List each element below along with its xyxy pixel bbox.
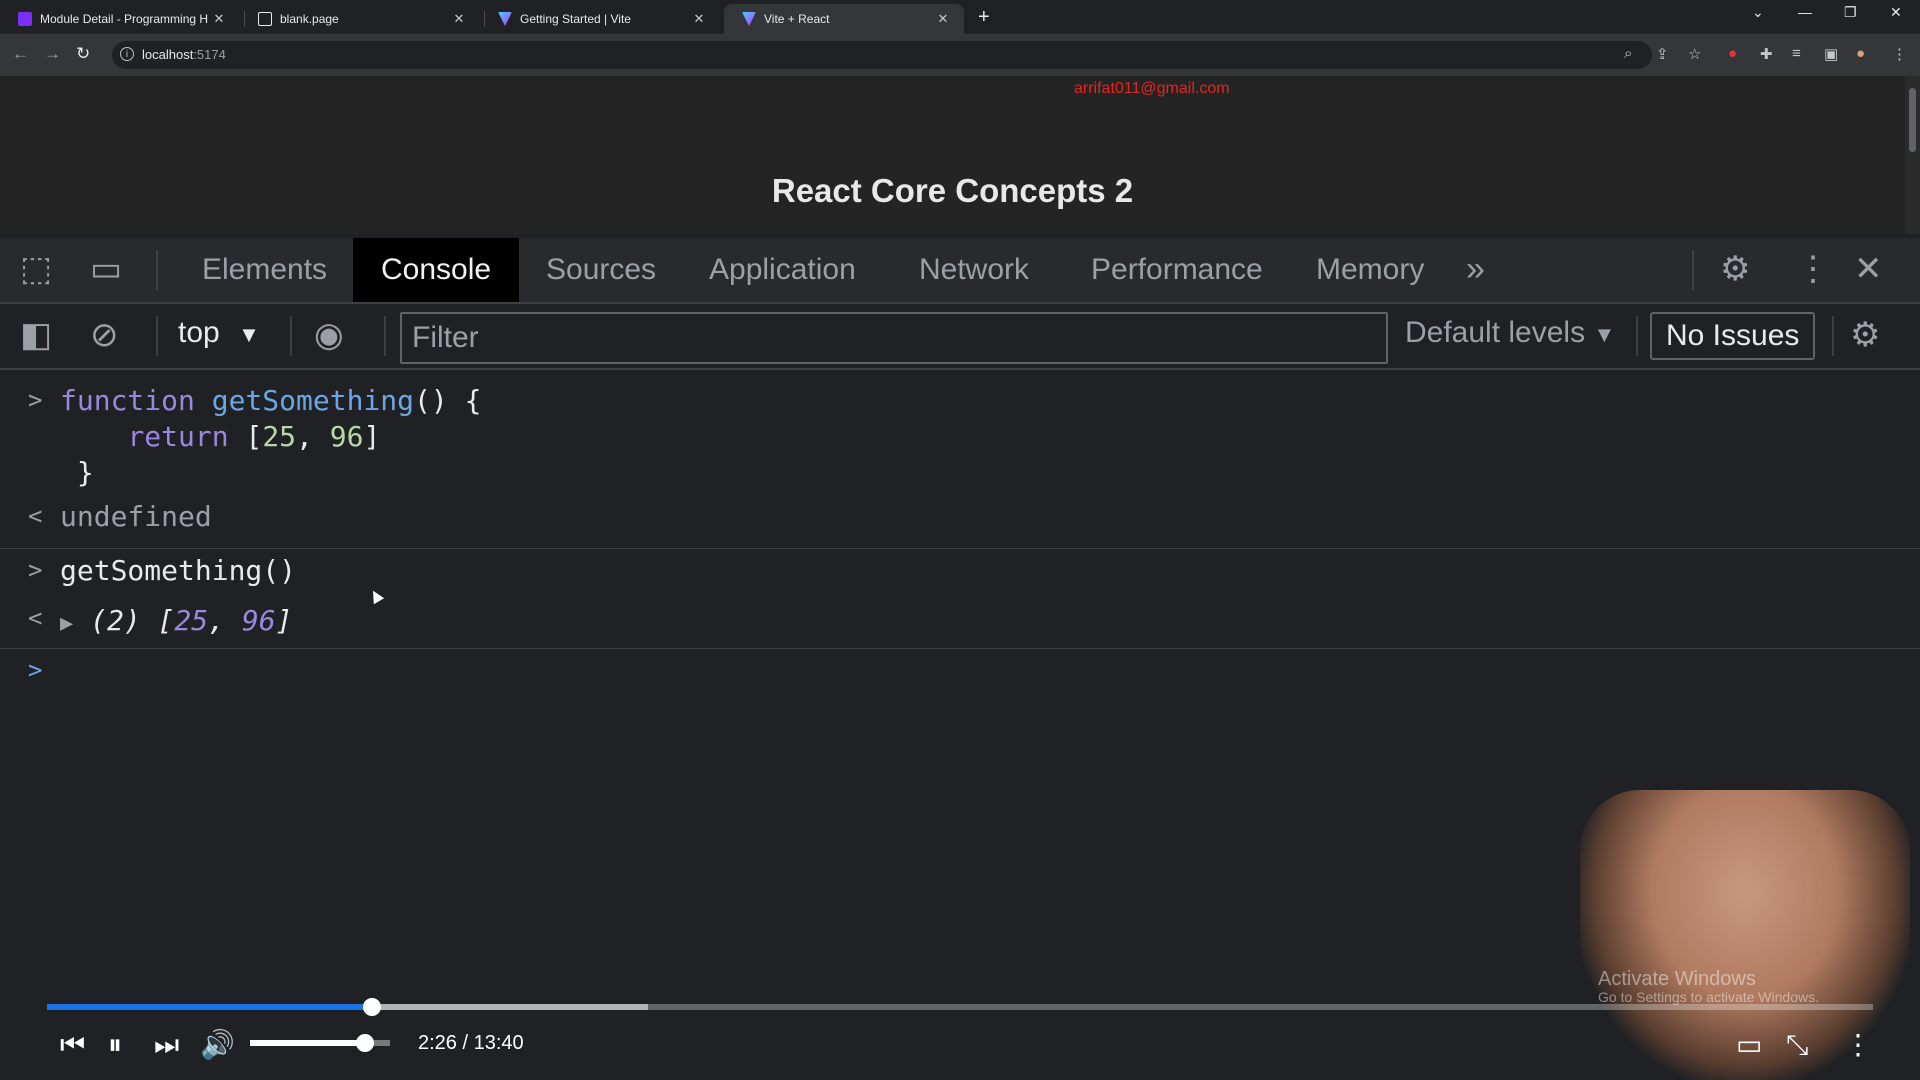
expand-triangle-icon: ▶ [60, 611, 74, 636]
volume-slider[interactable] [250, 1034, 390, 1052]
tab-sources[interactable]: Sources [518, 238, 684, 302]
tab-title: Module Detail - Programming H [40, 12, 209, 26]
devtools-settings-gear-icon[interactable]: ⚙ [1720, 252, 1750, 286]
reload-icon[interactable]: ↻ [76, 44, 90, 64]
bookmark-star-icon[interactable]: ☆ [1688, 45, 1701, 63]
share-icon[interactable]: ⇪ [1656, 45, 1669, 63]
console-settings-gear-icon[interactable]: ⚙ [1850, 318, 1880, 352]
console-filter-bar: ◧ ⊘ top ▼ ◉ Default levels ▼ No Issues ⚙ [0, 304, 1920, 370]
volume-icon[interactable]: 🔊 [200, 1030, 235, 1060]
device-toolbar-icon[interactable]: ▭ [90, 252, 122, 286]
player-menu-icon[interactable]: ⋮ [1844, 1030, 1872, 1060]
devtools-tab-bar: ⬚ ▭ Elements Console Sources Application… [0, 238, 1920, 304]
dropdown-triangle-icon: ▼ [238, 322, 260, 347]
window-close-button[interactable]: ✕ [1890, 4, 1902, 21]
browser-tab-strip: Module Detail - Programming H ✕ blank.pa… [0, 0, 1920, 34]
console-result: undefined [60, 500, 212, 533]
page-title: React Core Concepts 2 [771, 172, 1134, 209]
vite-favicon-icon [498, 12, 512, 26]
omnibox[interactable]: i localhost:5174 [112, 41, 1652, 69]
console-input-line: } [76, 456, 94, 489]
email-watermark: arrifat011@gmail.com [1074, 80, 1230, 97]
console-input-line: getSomething() [60, 554, 297, 587]
console-input-line: function getSomething() { [60, 384, 482, 417]
tab-network[interactable]: Network [891, 238, 1057, 302]
live-expression-eye-icon[interactable]: ◉ [314, 318, 344, 352]
tab-application[interactable]: Application [681, 238, 884, 302]
output-chevron-icon: < [28, 502, 43, 530]
tab-title: Getting Started | Vite [520, 12, 631, 26]
tab-title: Vite + React [764, 12, 830, 26]
close-tab-icon[interactable]: ✕ [934, 11, 952, 27]
browser-tab-2[interactable]: Getting Started | Vite ✕ [480, 4, 720, 34]
profile-avatar-icon[interactable]: ● [1856, 45, 1865, 62]
minimize-button[interactable]: — [1798, 4, 1812, 20]
close-tab-icon[interactable]: ✕ [450, 11, 468, 27]
extensions-puzzle-icon[interactable]: ✚ [1760, 45, 1773, 63]
address-toolbar: ← → ↻ i localhost:5174 ⌕ ⇪ ☆ ● ✚ ≡ ▣ ● ⋮ [0, 34, 1920, 76]
browser-tab-0[interactable]: Module Detail - Programming H ✕ [0, 4, 240, 34]
close-tab-icon[interactable]: ✕ [210, 11, 228, 27]
time-display: 2:26 / 13:40 [418, 1032, 524, 1054]
log-levels-dropdown[interactable]: Default levels ▼ [1405, 316, 1615, 350]
progress-scrubber[interactable] [363, 998, 382, 1016]
devtools-close-icon[interactable]: ✕ [1854, 252, 1883, 286]
next-icon[interactable]: ⏭ [154, 1030, 179, 1060]
video-player-controls: ⏮ ⏸ ⏭ 🔊 2:26 / 13:40 ▭ ⤡ ⋮ [0, 990, 1920, 1080]
forward-arrow-icon[interactable]: → [44, 44, 61, 64]
document-favicon-icon [258, 12, 272, 26]
url-text: localhost:5174 [142, 47, 226, 62]
issues-button[interactable]: No Issues [1650, 312, 1816, 360]
tab-elements[interactable]: Elements [174, 238, 355, 302]
page-scrollbar[interactable] [1905, 76, 1920, 234]
browser-tab-3[interactable]: Vite + React ✕ [724, 4, 964, 34]
previous-icon[interactable]: ⏮ [60, 1030, 85, 1060]
tab-performance[interactable]: Performance [1063, 238, 1291, 302]
tab-console[interactable]: Console [353, 238, 520, 302]
more-tabs-chevron-icon[interactable]: » [1466, 252, 1485, 286]
cast-icon[interactable]: ▭ [1736, 1030, 1762, 1060]
restore-button[interactable]: ❐ [1844, 4, 1857, 21]
extension-red-icon[interactable]: ● [1728, 45, 1737, 62]
console-array-result[interactable]: ▶ (2) [25, 96] [60, 604, 292, 637]
programming-hero-favicon-icon [18, 12, 32, 26]
exit-fullscreen-icon[interactable]: ⤡ [1786, 1030, 1808, 1060]
console-sidebar-icon[interactable]: ◧ [20, 318, 52, 352]
clear-console-icon[interactable]: ⊘ [90, 318, 119, 352]
context-selector[interactable]: top ▼ [178, 316, 260, 350]
close-tab-icon[interactable]: ✕ [690, 11, 708, 27]
back-arrow-icon[interactable]: ← [12, 44, 29, 64]
progress-bar[interactable] [47, 998, 1873, 1016]
site-info-icon[interactable]: i [120, 47, 134, 61]
output-chevron-icon: < [28, 604, 43, 632]
filter-input[interactable] [402, 314, 1386, 362]
vite-favicon-icon [742, 12, 756, 26]
prompt-chevron-icon[interactable]: > [28, 656, 42, 684]
dropdown-triangle-icon: ▼ [1593, 322, 1616, 347]
tab-title: blank.page [280, 12, 339, 26]
reading-list-icon[interactable]: ≡ [1792, 45, 1801, 62]
input-chevron-icon: > [28, 386, 43, 414]
inspect-element-icon[interactable]: ⬚ [20, 252, 52, 286]
console-input-line: return [25, 96] [127, 420, 381, 453]
zoom-icon[interactable]: ⌕ [1624, 45, 1632, 62]
filter-input-box[interactable] [400, 312, 1388, 364]
tab-memory[interactable]: Memory [1288, 238, 1452, 302]
browser-menu-icon[interactable]: ⋮ [1892, 45, 1907, 63]
devtools-more-icon[interactable]: ⋮ [1796, 252, 1830, 286]
tab-search-chevron-icon[interactable]: ⌄ [1752, 4, 1764, 21]
side-panel-icon[interactable]: ▣ [1824, 45, 1838, 63]
pause-icon[interactable]: ⏸ [108, 1030, 122, 1060]
new-tab-button[interactable]: + [978, 6, 990, 29]
page-viewport: arrifat011@gmail.com React Core Concepts… [0, 76, 1905, 234]
browser-tab-1[interactable]: blank.page ✕ [240, 4, 480, 34]
input-chevron-icon: > [28, 556, 43, 584]
